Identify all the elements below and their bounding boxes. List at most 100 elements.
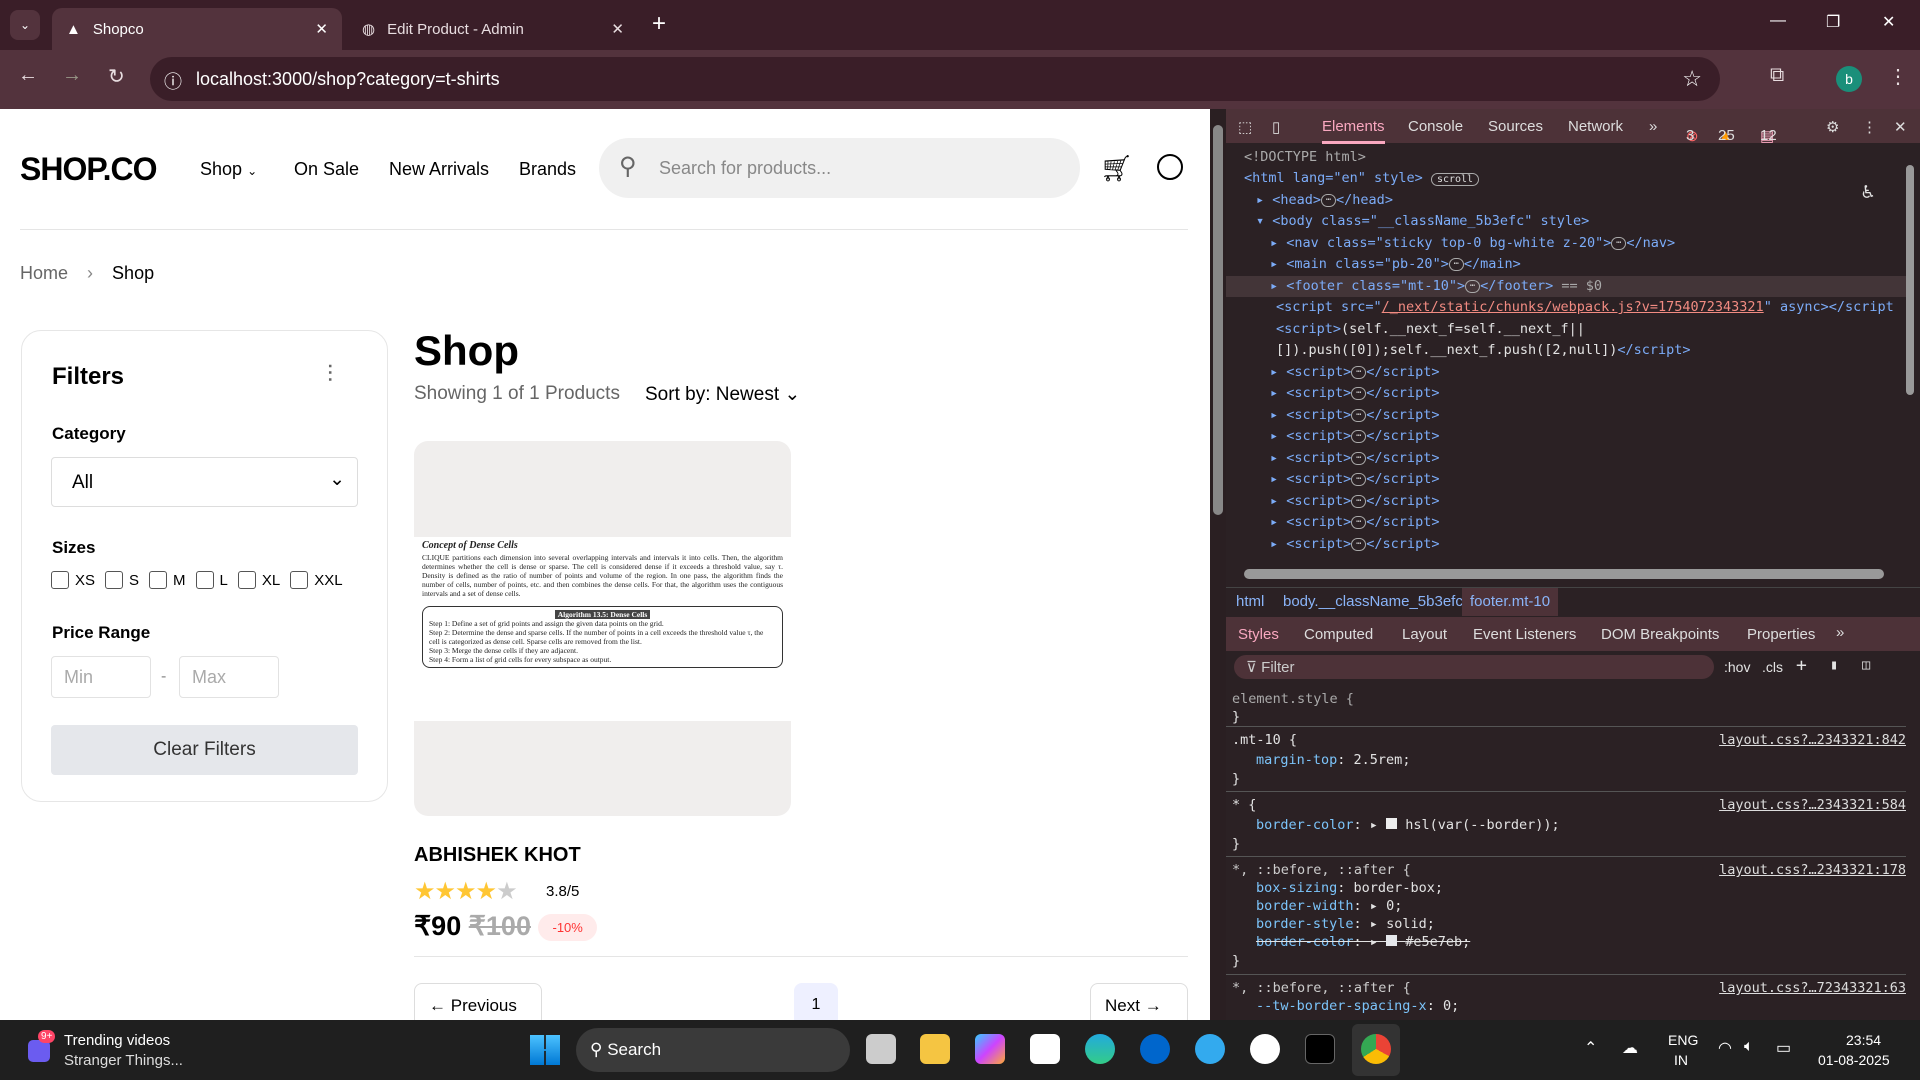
- chrome-icon[interactable]: [1352, 1024, 1400, 1076]
- close-window-button[interactable]: ✕: [1882, 12, 1895, 32]
- dom-node[interactable]: ▸ <script> ⋯ </script>: [1270, 383, 1439, 404]
- scroll-badge[interactable]: scroll: [1430, 173, 1480, 186]
- page-scrollbar[interactable]: [1210, 109, 1226, 1020]
- tab-layout[interactable]: Layout: [1402, 626, 1447, 643]
- dom-node-selected[interactable]: ▸ <footer class="mt-10"> ⋯ </footer> == $0: [1226, 276, 1906, 297]
- dom-node[interactable]: <script src="/_next/static/chunks/webpac…: [1276, 297, 1894, 318]
- tab-edit-product[interactable]: ◍ Edit Product - Admin ✕: [348, 8, 638, 50]
- product-card[interactable]: Concept of Dense Cells CLIQUE partitions…: [414, 441, 791, 942]
- sort-dropdown[interactable]: Sort by: Newest ⌄: [645, 383, 800, 406]
- source-link[interactable]: layout.css?…72343321:63: [1719, 978, 1906, 999]
- clock-date[interactable]: 01-08-2025: [1818, 1052, 1890, 1068]
- restore-button[interactable]: ❐: [1826, 12, 1840, 32]
- nav-on-sale[interactable]: On Sale: [294, 159, 359, 180]
- dom-node[interactable]: <!DOCTYPE html>: [1244, 147, 1366, 168]
- size-m-checkbox[interactable]: M: [149, 571, 186, 589]
- forward-icon[interactable]: →: [62, 64, 82, 87]
- size-xl-checkbox[interactable]: XL: [237, 571, 280, 589]
- url-input[interactable]: ⓘ localhost:3000/shop?category=t-shirts …: [150, 57, 1720, 101]
- hov-button[interactable]: :hov: [1724, 659, 1750, 675]
- cls-button[interactable]: .cls: [1762, 659, 1783, 675]
- size-s-checkbox[interactable]: S: [105, 571, 139, 589]
- accessibility-icon[interactable]: ♿︎: [1862, 179, 1874, 203]
- clock-time[interactable]: 23:54: [1846, 1032, 1881, 1048]
- account-icon[interactable]: [1157, 154, 1183, 180]
- app-icon[interactable]: [1305, 1034, 1335, 1064]
- bookmark-star-icon[interactable]: ☆: [1682, 66, 1702, 92]
- dom-node[interactable]: <script>(self.__next_f=self.__next_f||: [1276, 319, 1585, 340]
- source-link[interactable]: layout.css?…2343321:842: [1719, 730, 1906, 751]
- tab-sources[interactable]: Sources: [1488, 118, 1543, 135]
- hp-icon[interactable]: [1140, 1034, 1170, 1064]
- breadcrumb-home[interactable]: Home: [20, 263, 68, 283]
- tab-styles[interactable]: Styles: [1238, 626, 1279, 643]
- dom-node[interactable]: ▸ <nav class="sticky top-0 bg-white z-20…: [1270, 233, 1675, 254]
- dom-node[interactable]: ▸ <script> ⋯ </script>: [1270, 405, 1439, 426]
- dom-node[interactable]: ▸ <script> ⋯ </script>: [1270, 362, 1439, 383]
- dom-node[interactable]: ▸ <main class="pb-20"> ⋯ </main>: [1270, 254, 1521, 275]
- category-select[interactable]: All ⌄: [51, 457, 358, 507]
- sliders-icon[interactable]: ⫶: [327, 361, 333, 389]
- crumb-footer[interactable]: footer.mt-10: [1462, 588, 1559, 616]
- file-explorer-icon[interactable]: [920, 1034, 950, 1064]
- volume-icon[interactable]: 🔈︎: [1744, 1038, 1754, 1056]
- nav-brands[interactable]: Brands: [519, 159, 576, 180]
- page-1-button[interactable]: 1: [794, 983, 838, 1020]
- site-info-icon[interactable]: ⓘ: [164, 68, 182, 94]
- tab-dom-breakpoints[interactable]: DOM Breakpoints: [1601, 626, 1719, 643]
- dom-node[interactable]: <html lang="en" style> scroll: [1244, 168, 1480, 189]
- tab-network[interactable]: Network: [1568, 118, 1623, 135]
- language-indicator[interactable]: ENG: [1668, 1032, 1698, 1048]
- battery-icon[interactable]: ▭: [1776, 1038, 1791, 1058]
- search-input[interactable]: ⚲ Search for products...: [599, 138, 1080, 198]
- start-button[interactable]: [530, 1035, 560, 1065]
- tab-elements[interactable]: Elements: [1322, 118, 1385, 144]
- dom-node[interactable]: ▸ <script> ⋯ </script>: [1270, 491, 1439, 512]
- edge-icon[interactable]: [1085, 1034, 1115, 1064]
- dom-node[interactable]: ▾ <body class="__className_5b3efc" style…: [1256, 211, 1589, 232]
- dom-node[interactable]: ▸ <script> ⋯ </script>: [1270, 534, 1439, 555]
- reload-icon[interactable]: ↻: [108, 64, 125, 89]
- size-xxl-checkbox[interactable]: XXL: [290, 571, 343, 589]
- sidebar-toggle-icon[interactable]: ◫: [1862, 657, 1870, 673]
- help-icon[interactable]: [1195, 1034, 1225, 1064]
- more-tabs-icon[interactable]: »: [1836, 624, 1844, 641]
- minimize-button[interactable]: —: [1770, 12, 1786, 30]
- min-price-input[interactable]: Min: [51, 656, 151, 698]
- close-devtools-icon[interactable]: ✕: [1894, 118, 1907, 136]
- task-view-icon[interactable]: [866, 1034, 896, 1064]
- product-name[interactable]: ABHISHEK KHOT: [414, 844, 581, 867]
- widgets-button[interactable]: 9+ Trending videos Stranger Things...: [24, 1028, 194, 1072]
- tab-shopco[interactable]: ▲ Shopco ✕: [52, 8, 342, 50]
- tab-properties[interactable]: Properties: [1747, 626, 1815, 643]
- nav-new-arrivals[interactable]: New Arrivals: [389, 159, 489, 180]
- device-toolbar-icon[interactable]: ▯: [1272, 118, 1280, 136]
- extensions-icon[interactable]: ⧉: [1770, 64, 1784, 87]
- clear-filters-button[interactable]: Clear Filters: [51, 725, 358, 775]
- onedrive-icon[interactable]: ☁: [1622, 1038, 1638, 1058]
- settings-icon[interactable]: ⚙: [1826, 118, 1839, 136]
- wifi-icon[interactable]: ◠: [1718, 1038, 1732, 1058]
- size-l-checkbox[interactable]: L: [195, 571, 228, 589]
- new-tab-button[interactable]: +: [652, 10, 666, 38]
- source-link[interactable]: layout.css?…2343321:584: [1719, 795, 1906, 816]
- kebab-menu-icon[interactable]: ⋮: [1862, 118, 1877, 136]
- cart-icon[interactable]: 🛒︎: [1100, 153, 1133, 184]
- next-button[interactable]: Next →: [1090, 983, 1188, 1020]
- dom-node[interactable]: ▸ <script> ⋯ </script>: [1270, 426, 1439, 447]
- taskbar-search[interactable]: ⚲ Search: [576, 1028, 850, 1072]
- tab-console[interactable]: Console: [1408, 118, 1463, 135]
- product-image[interactable]: Concept of Dense Cells CLIQUE partitions…: [414, 441, 791, 816]
- logo[interactable]: SHOP.CO: [20, 151, 157, 188]
- dom-node[interactable]: ▸ <head> ⋯ </head>: [1256, 190, 1393, 211]
- crumb-body[interactable]: body.__className_5b3efc: [1283, 593, 1463, 610]
- menu-icon[interactable]: ⋮: [1888, 64, 1908, 89]
- source-link[interactable]: layout.css?…2343321:178: [1719, 860, 1906, 881]
- size-xs-checkbox[interactable]: XS: [51, 571, 95, 589]
- close-tab-icon[interactable]: ✕: [315, 20, 328, 38]
- dom-node[interactable]: ▸ <script> ⋯ </script>: [1270, 448, 1439, 469]
- inspect-icon[interactable]: ⬚: [1238, 118, 1252, 136]
- close-tab-icon[interactable]: ✕: [611, 20, 624, 38]
- nav-shop[interactable]: Shop ⌄: [200, 159, 257, 180]
- max-price-input[interactable]: Max: [179, 656, 279, 698]
